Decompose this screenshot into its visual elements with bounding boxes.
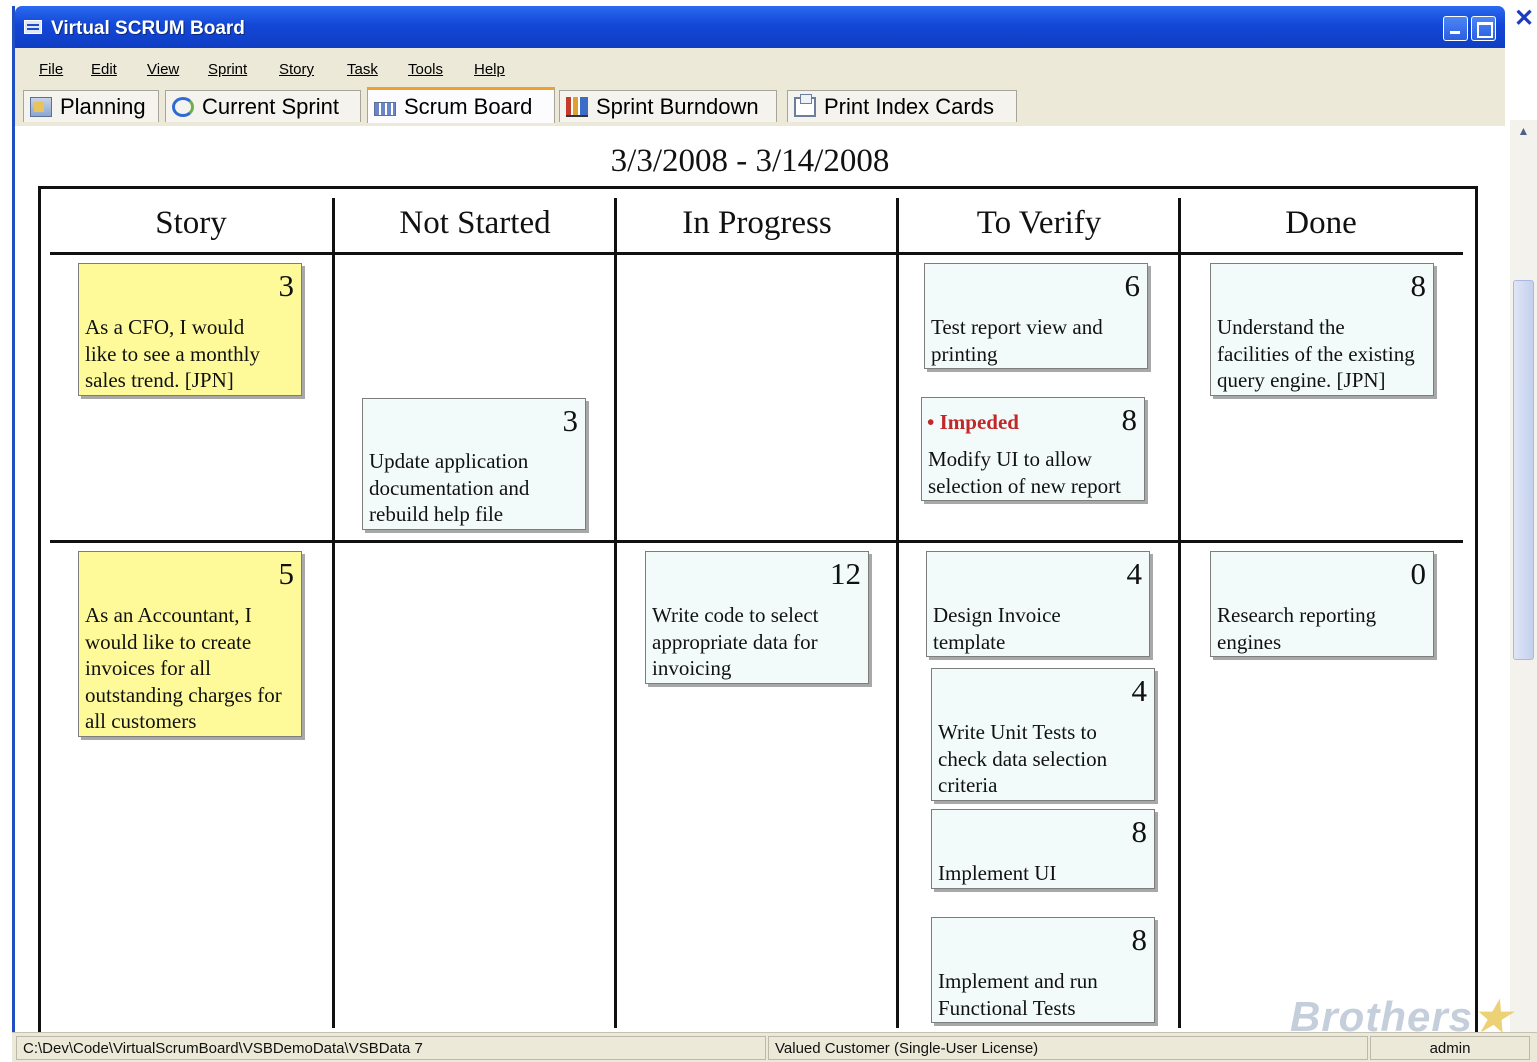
tab-scrum-board[interactable]: Scrum Board xyxy=(367,87,555,123)
task-points: 0 xyxy=(1410,556,1427,591)
task-points: 3 xyxy=(562,403,579,438)
task-text: Test report view and printing xyxy=(931,315,1103,366)
maximize-button[interactable] xyxy=(1471,16,1496,41)
task-points: 12 xyxy=(830,556,861,591)
menu-help[interactable]: Help xyxy=(474,61,505,78)
column-header-in-progress: In Progress xyxy=(682,205,832,241)
story-points: 5 xyxy=(278,556,295,591)
task-card[interactable]: 8 Implement and run Functional Tests xyxy=(931,917,1155,1023)
tab-label: Print Index Cards xyxy=(824,93,994,119)
tab-bar: Planning Current Sprint Scrum Board Spri… xyxy=(15,86,1505,126)
task-points: 4 xyxy=(1131,673,1148,708)
task-text: Understand the facilities of the existing… xyxy=(1217,315,1415,392)
menu-task[interactable]: Task xyxy=(347,61,378,78)
scroll-thumb[interactable] xyxy=(1513,280,1534,660)
task-text: Modify UI to allow selection of new repor… xyxy=(928,447,1122,498)
task-points: 8 xyxy=(1121,402,1138,437)
story-text: As an Accountant, Iwould like to create i… xyxy=(85,603,282,733)
vertical-scrollbar[interactable]: ▲ xyxy=(1510,120,1537,1032)
task-text: Research reporting engines xyxy=(1217,603,1377,654)
task-card[interactable]: 0 Research reporting engines xyxy=(1210,551,1434,657)
column-divider xyxy=(1178,198,1181,1028)
column-divider xyxy=(896,198,899,1028)
window-title: Virtual SCRUM Board xyxy=(51,18,245,39)
minimize-button[interactable] xyxy=(1443,16,1468,41)
menu-edit[interactable]: Edit xyxy=(91,61,117,78)
menu-sprint[interactable]: Sprint xyxy=(208,61,247,78)
task-card[interactable]: 8 Understand the facilities of the existi… xyxy=(1210,263,1434,396)
column-divider xyxy=(614,198,617,1028)
tab-current-sprint[interactable]: Current Sprint xyxy=(165,90,361,122)
scrum-board-icon xyxy=(374,101,396,116)
task-points: 6 xyxy=(1124,268,1141,303)
task-card[interactable]: 4 Write Unit Tests to check data selectio… xyxy=(931,668,1155,801)
task-card[interactable]: 8 Implement UI xyxy=(931,809,1155,889)
row-divider xyxy=(50,540,1463,543)
task-text: Implement UI xyxy=(938,861,1057,885)
tab-print-index-cards[interactable]: Print Index Cards xyxy=(787,90,1017,122)
planning-icon xyxy=(30,96,52,117)
menu-bar: File Edit View Sprint Story Task Tools H… xyxy=(15,48,1505,86)
status-data-path: C:\Dev\Code\VirtualScrumBoard\VSBDemoDat… xyxy=(16,1036,766,1060)
menu-file[interactable]: File xyxy=(39,61,63,78)
task-points: 4 xyxy=(1126,556,1143,591)
task-points: 8 xyxy=(1410,268,1427,303)
column-header-story: Story xyxy=(155,205,227,241)
task-card-impeded[interactable]: • Impeded 8 Modify UI to allow selection … xyxy=(921,397,1145,501)
tab-label: Sprint Burndown xyxy=(596,93,759,119)
column-divider xyxy=(332,198,335,1028)
task-card[interactable]: 3 Update application documentation and reb… xyxy=(362,398,586,530)
story-points: 3 xyxy=(278,268,295,303)
story-card[interactable]: 3 As a CFO, I would like to see a monthly… xyxy=(78,263,302,396)
app-icon xyxy=(24,20,42,34)
menu-story[interactable]: Story xyxy=(279,61,314,78)
menu-tools[interactable]: Tools xyxy=(408,61,443,78)
scroll-up-icon[interactable]: ▲ xyxy=(1514,124,1533,139)
watermark-logo: Brothers★ xyxy=(1290,993,1512,1040)
burndown-chart-icon xyxy=(566,96,588,117)
header-divider xyxy=(50,252,1463,255)
column-header-to-verify: To Verify xyxy=(976,205,1102,241)
task-card[interactable]: 4 Design Invoice template xyxy=(926,551,1150,657)
tab-planning[interactable]: Planning xyxy=(23,90,159,122)
column-header-done: Done xyxy=(1285,205,1357,241)
task-text: Write code to select appropriate data for… xyxy=(652,603,819,680)
story-text: As a CFO, I would like to see a monthly sa… xyxy=(85,315,260,392)
task-text: Design Invoice template xyxy=(933,603,1061,654)
task-text: Write Unit Tests to check data selection c… xyxy=(938,720,1108,797)
status-license: Valued Customer (Single-User License) xyxy=(768,1036,1368,1060)
menu-view[interactable]: View xyxy=(147,61,179,78)
task-points: 8 xyxy=(1131,922,1148,957)
print-cards-icon xyxy=(794,93,816,117)
current-sprint-icon xyxy=(172,96,194,117)
impeded-label: • Impeded xyxy=(927,410,1019,434)
task-card[interactable]: 6 Test report view and printing xyxy=(924,263,1148,369)
task-text: Implement and run Functional Tests xyxy=(938,969,1098,1020)
tab-label: Planning xyxy=(60,93,146,119)
tab-label: Scrum Board xyxy=(404,93,533,119)
tab-sprint-burndown[interactable]: Sprint Burndown xyxy=(559,90,777,122)
story-card[interactable]: 5 As an Accountant, Iwould like to creat… xyxy=(78,551,302,737)
task-card[interactable]: 12 Write code to select appropriate data … xyxy=(645,551,869,684)
task-text: Update application documentation and rebui… xyxy=(369,449,530,526)
column-header-not-started: Not Started xyxy=(399,205,551,241)
close-icon[interactable]: ✕ xyxy=(1512,6,1536,32)
tab-label: Current Sprint xyxy=(202,93,339,119)
task-points: 8 xyxy=(1131,814,1148,849)
title-bar[interactable]: Virtual SCRUM Board xyxy=(15,6,1505,48)
sprint-date-range: 3/3/2008 - 3/14/2008 xyxy=(610,143,890,179)
